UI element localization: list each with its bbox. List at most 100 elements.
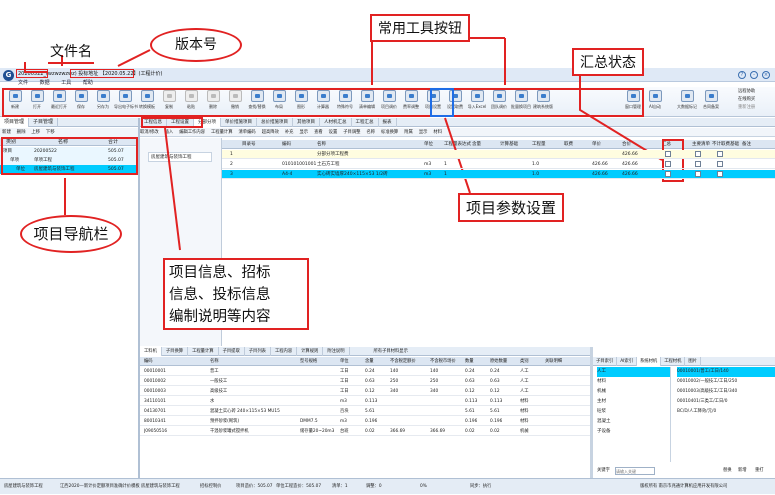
summary-checkbox[interactable]: [717, 151, 723, 157]
right-tab-1[interactable]: AI索引: [617, 357, 637, 366]
grid-cell-name: 土石方工程: [317, 162, 340, 167]
online-buy-link[interactable]: 在线购买: [738, 96, 774, 104]
material-tree-item[interactable]: 材料: [597, 377, 670, 387]
main-tab-7[interactable]: 工程汇总: [352, 118, 379, 127]
bottom-tab-7[interactable]: 附注说明: [323, 347, 350, 356]
main-tool-10[interactable]: 子目调整: [343, 128, 360, 137]
remote-assist-link[interactable]: 远程协助: [738, 88, 774, 96]
bottom-tab-2[interactable]: 工程量计算: [188, 347, 219, 356]
close-icon[interactable]: ×: [762, 71, 770, 79]
main-tool-15[interactable]: 材料: [433, 128, 442, 137]
right-search-bar: 关键字 替换 新增 重打: [593, 465, 775, 477]
main-tool-4[interactable]: 清单编码: [239, 128, 256, 137]
right-tab-3[interactable]: 工程材机: [661, 357, 686, 366]
right-tab-2[interactable]: 系统材机: [637, 357, 662, 366]
ribbon-button-27[interactable]: 大数据标记: [676, 89, 698, 115]
main-tool-12[interactable]: 标准换算: [381, 128, 398, 137]
summary-checkbox[interactable]: [695, 161, 701, 167]
main-tool-8[interactable]: 查看: [314, 128, 323, 137]
summary-checkbox[interactable]: [665, 161, 671, 167]
bottom-tab-6[interactable]: 计算规则: [297, 347, 324, 356]
main-tool-13[interactable]: 附属: [404, 128, 413, 137]
material-tree-item[interactable]: 机械: [597, 387, 670, 397]
help-icon[interactable]: ?: [738, 71, 746, 79]
summary-checkbox[interactable]: [665, 171, 671, 177]
right-tab-4[interactable]: 图片: [685, 357, 701, 366]
grid-row[interactable]: 1 分部分项工程费 426.66: [222, 150, 775, 159]
nav-delete-button[interactable]: 删除: [17, 128, 26, 137]
bottom-tab-1[interactable]: 子目换算: [162, 347, 189, 356]
material-list-item[interactable]: BC/D/人工降效/元/0: [677, 407, 775, 417]
show-all-materials-checkbox[interactable]: 所有子目材料显示: [370, 347, 412, 356]
main-tool-7[interactable]: 显示: [299, 128, 308, 137]
bottom-row[interactable]: 80010341 预拌砂浆(砌筑) DMM7.5 m3 0.196 0.196 0.196 材…: [140, 417, 590, 426]
material-tree-item[interactable]: 砼浆: [597, 407, 670, 417]
re-register-link[interactable]: 重新注册: [738, 104, 774, 112]
material-tree-item[interactable]: 人工: [597, 367, 670, 377]
menu-help[interactable]: 帮助: [83, 79, 93, 86]
bottom-row[interactable]: 00010001 普工 工日 0.24 140 140 0.24 0.24 人工: [140, 367, 590, 376]
menu-file[interactable]: 文件: [18, 79, 28, 86]
main-tool-9[interactable]: 设置: [329, 128, 338, 137]
bottom-tab-0[interactable]: 工料机: [140, 347, 162, 356]
material-list-item[interactable]: 00010001/普工/工日/140: [677, 367, 775, 377]
ribbon-button-26[interactable]: AI自动: [644, 89, 666, 115]
bottom-tab-3[interactable]: 子目提取: [219, 347, 245, 356]
bottom-cell-orig: 5.61: [490, 409, 500, 414]
bottom-row[interactable]: 00010003 高级技工 工日 0.12 340 340 0.12 0.12 人工: [140, 387, 590, 396]
replace-button[interactable]: 替换: [723, 465, 732, 477]
tree-node-unit[interactable]: 房屋建筑与装饰工程: [148, 152, 212, 162]
bottom-tab-4[interactable]: 子目列表: [245, 347, 271, 356]
status-item-5: 清单：1: [332, 484, 348, 489]
material-tree-item[interactable]: 子设备: [597, 427, 670, 437]
main-tab-4[interactable]: 总价措施项目: [257, 118, 293, 127]
main-tool-6[interactable]: 补充: [285, 128, 294, 137]
material-list-item[interactable]: 00010003/高级技工/工日/340: [677, 387, 775, 397]
summary-checkbox[interactable]: [665, 151, 671, 157]
material-list-item[interactable]: 00010002/一般技工/工日/250: [677, 377, 775, 387]
grid-row[interactable]: 2 010101001001 土石方工程 m3 1 1.0 426.66 426.66: [222, 160, 775, 169]
bottom-row[interactable]: 00010002 一般技工 工日 0.63 250 250 0.63 0.63 人工: [140, 377, 590, 386]
main-tab-8[interactable]: 报表: [379, 118, 397, 127]
main-tool-1[interactable]: 插入: [165, 128, 174, 137]
bottom-row[interactable]: 04130701 混凝土实心砖 240×115×53 MU15 百块 5.61 5.61…: [140, 407, 590, 416]
bottom-row[interactable]: J09050516 干混砂浆罐式搅拌机 储存量20~20m3 台班 0.02 366.69…: [140, 427, 590, 436]
right-tab-0[interactable]: 子目索引: [593, 357, 618, 366]
summary-checkbox[interactable]: [695, 171, 701, 177]
search-input[interactable]: [615, 467, 655, 475]
main-tab-3[interactable]: 单价措施项目: [221, 118, 257, 127]
add-button[interactable]: 新增: [738, 465, 747, 477]
summary-checkbox[interactable]: [717, 171, 723, 177]
main-tool-0[interactable]: 取消/修改: [140, 128, 159, 137]
nav-down-button[interactable]: 下移: [46, 128, 55, 137]
material-list-item[interactable]: 00010401/三类工/工日/0: [677, 397, 775, 407]
summary-checkbox[interactable]: [717, 161, 723, 167]
summary-checkbox[interactable]: [695, 151, 701, 157]
redo-button[interactable]: 重打: [755, 465, 764, 477]
bottom-tab-5[interactable]: 工程内容: [271, 347, 298, 356]
main-tab-5[interactable]: 其他项目: [293, 118, 320, 127]
annotation-settings: 项目参数设置: [458, 193, 565, 222]
main-tool-5[interactable]: 超高降效: [262, 128, 279, 137]
grid-row[interactable]: 3 A4-4 实心砖实墙厚240×115×53 1/2砖 m3 1 1.0 426.66 42…: [222, 170, 775, 179]
bottom-col-4: 含量: [365, 359, 374, 364]
main-tool-14[interactable]: 显示: [419, 128, 428, 137]
menu-tools[interactable]: 工具: [61, 79, 71, 86]
bottom-row[interactable]: 34110101 水 m3 0.113 0.113 0.113 材料: [140, 397, 590, 406]
material-tree-item[interactable]: 混凝土: [597, 417, 670, 427]
bottom-cell-num: 0.196: [465, 419, 478, 424]
bottom-col-8: 原始数量: [490, 359, 508, 364]
main-tool-11[interactable]: 名称: [366, 128, 375, 137]
ribbon-button-28[interactable]: 合同备案: [700, 89, 722, 115]
material-tree-item[interactable]: 主材: [597, 397, 670, 407]
bottom-cell-name: 混凝土实心砖 240×115×53 MU15: [210, 409, 280, 414]
nav-new-button[interactable]: 新建: [2, 128, 11, 137]
main-tool-2[interactable]: 编辑工作内容: [179, 128, 205, 137]
menu-data[interactable]: 数据: [40, 79, 50, 86]
main-tab-6[interactable]: 人材机汇总: [320, 118, 352, 127]
main-tool-3[interactable]: 工程量计算: [211, 128, 232, 137]
minimize-icon[interactable]: -: [750, 71, 758, 79]
nav-up-button[interactable]: 上移: [31, 128, 40, 137]
tab-item-manage[interactable]: 子目管理: [29, 118, 59, 127]
tab-project-manage[interactable]: 项目管理: [0, 118, 30, 127]
